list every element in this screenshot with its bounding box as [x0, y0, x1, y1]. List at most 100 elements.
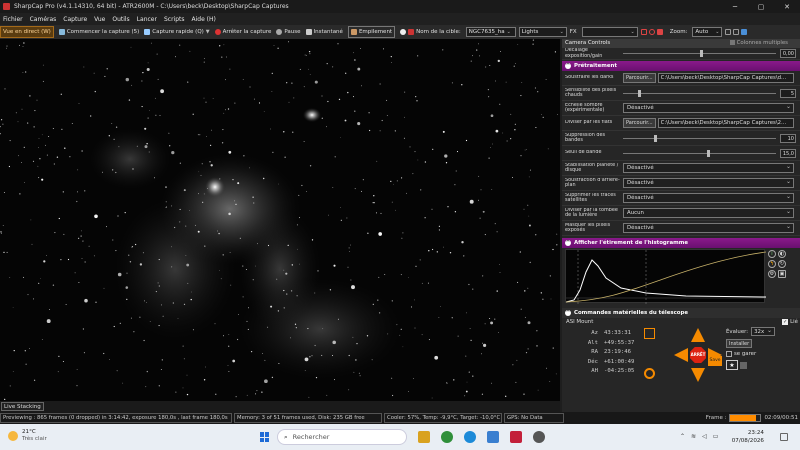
stack-button[interactable]: Empilement: [347, 26, 396, 38]
collapse-icon[interactable]: ^: [565, 240, 571, 246]
arrow-left-icon[interactable]: [674, 348, 688, 362]
info-icon[interactable]: i: [768, 250, 776, 258]
zoom-select[interactable]: Auto ⌄: [692, 27, 723, 37]
setting-dropdown[interactable]: Désactivé: [623, 222, 794, 233]
multiple-columns-checkbox[interactable]: Colonnes multiples: [730, 39, 788, 48]
maximize-button[interactable]: ▢: [748, 0, 774, 13]
menu-capture[interactable]: Capture: [63, 16, 87, 23]
lightning-icon[interactable]: ϟ: [768, 260, 776, 268]
browse-button[interactable]: Parcourir...: [623, 73, 656, 83]
chrome-icon[interactable]: [441, 431, 453, 443]
save-button[interactable]: Save: [708, 356, 722, 366]
menu-help[interactable]: Aide (H): [192, 16, 216, 23]
rect-tool-icon[interactable]: [640, 29, 647, 35]
crosshair-icon[interactable]: [725, 29, 732, 35]
setting-dropdown[interactable]: Aucun: [623, 207, 794, 218]
live-stacking-tab[interactable]: Live Stacking: [1, 402, 44, 411]
home-icon[interactable]: [644, 328, 655, 339]
setting-slider[interactable]: [623, 134, 776, 142]
close-button[interactable]: ✕: [774, 0, 800, 13]
menu-view[interactable]: Vue: [94, 16, 105, 23]
file-path-field[interactable]: C:\Users\beck\Desktop\SharpCap Captures\…: [657, 73, 794, 83]
collapse-icon[interactable]: ^: [565, 310, 571, 316]
search-box[interactable]: ⌕ Rechercher: [277, 429, 407, 445]
pretraitement-section[interactable]: ^ Prétraitement: [562, 61, 800, 71]
slider-knob[interactable]: [638, 89, 642, 97]
star-icon[interactable]: ★: [726, 360, 738, 370]
fx-select[interactable]: ⌄: [581, 27, 638, 37]
menu-launch[interactable]: Lancer: [137, 16, 157, 23]
star: [4, 398, 6, 401]
menu-file[interactable]: Fichier: [3, 16, 23, 23]
histogram-section[interactable]: ^ Afficher l'étirement de l'histogramme: [562, 238, 800, 248]
notification-icon[interactable]: [780, 433, 788, 441]
sharpcap-taskbar-icon[interactable]: [510, 431, 522, 443]
arrow-up-icon[interactable]: [691, 328, 705, 342]
clock[interactable]: 23:24 07/08/2026: [732, 429, 764, 445]
menu-tools[interactable]: Outils: [112, 16, 129, 23]
setting-dropdown[interactable]: Désactivé: [623, 102, 794, 113]
setting-dropdown[interactable]: Désactivé: [623, 162, 794, 173]
color-tool-icon[interactable]: [656, 29, 663, 35]
link-checkbox[interactable]: ✓: [782, 319, 789, 325]
minimize-button[interactable]: ─: [722, 0, 748, 13]
install-button[interactable]: Installer: [726, 339, 753, 348]
browse-button[interactable]: Parcourir...: [623, 118, 656, 128]
refresh-icon[interactable]: ↻: [778, 260, 786, 268]
offset-value[interactable]: 0,00: [780, 49, 796, 58]
chevron-down-icon[interactable]: ▼: [206, 29, 210, 35]
start-icon[interactable]: [260, 432, 270, 442]
speaker-icon[interactable]: ◁: [702, 433, 707, 440]
star: [23, 42, 25, 44]
snapshot-button[interactable]: Instantané: [305, 26, 343, 38]
frame-type-select[interactable]: Lights ⌄: [518, 27, 567, 37]
setting-value[interactable]: 15,0: [780, 148, 796, 158]
setting-dropdown[interactable]: Désactivé: [623, 192, 794, 203]
weather-widget[interactable]: 21°C Très clair: [8, 429, 47, 443]
setting-value[interactable]: 10: [780, 133, 796, 143]
star: [491, 189, 493, 190]
quick-capture-button[interactable]: Capture rapide (Q) ▼: [144, 26, 210, 38]
grid-icon[interactable]: [733, 29, 740, 35]
menu-cameras[interactable]: Caméras: [30, 16, 57, 23]
setting-value[interactable]: 5: [780, 88, 796, 98]
setting-slider[interactable]: [623, 89, 776, 97]
contrast-icon[interactable]: ◐: [778, 250, 786, 258]
file-explorer-icon[interactable]: [418, 431, 430, 443]
image-viewer[interactable]: [0, 39, 560, 401]
edge-icon[interactable]: [464, 431, 476, 443]
rate-select[interactable]: 32x: [751, 326, 776, 336]
chevron-up-icon[interactable]: ⌃: [680, 433, 685, 440]
stop-button[interactable]: ARRÊT: [690, 347, 706, 363]
park-checkbox[interactable]: [726, 351, 732, 357]
pin-icon[interactable]: [741, 29, 748, 35]
file-path-field[interactable]: C:\Users\beck\Desktop\SharpCap Captures\…: [657, 118, 794, 128]
slider-knob[interactable]: [707, 149, 711, 157]
start-capture-button[interactable]: Commencer la capture (5): [58, 26, 139, 38]
star: [456, 151, 459, 153]
menu-scripts[interactable]: Scripts: [164, 16, 185, 23]
offset-slider[interactable]: [623, 50, 776, 57]
circle-tool-icon[interactable]: [648, 29, 655, 35]
target-name-input[interactable]: NGC7635_ha ⌄: [465, 27, 516, 37]
battery-icon[interactable]: ▭: [713, 433, 719, 440]
star: [186, 393, 189, 396]
chevron-down-icon[interactable]: [740, 361, 747, 369]
setting-slider[interactable]: [623, 149, 776, 157]
stop-capture-button[interactable]: Arrêter la capture: [214, 26, 271, 38]
gear-icon[interactable]: ⚙: [768, 270, 776, 278]
telescope-section[interactable]: ^ Commandes matérielles du télescope: [562, 308, 800, 318]
collapse-icon[interactable]: ^: [565, 63, 571, 69]
astro-app-icon[interactable]: [533, 431, 545, 443]
arrow-down-icon[interactable]: [691, 368, 705, 382]
store-icon[interactable]: [487, 431, 499, 443]
target-icon[interactable]: [644, 368, 655, 379]
pause-button[interactable]: Pause: [276, 26, 301, 38]
setting-dropdown[interactable]: Désactivé: [623, 177, 794, 188]
slider-knob[interactable]: [699, 50, 703, 57]
wifi-icon[interactable]: ≋: [691, 433, 696, 440]
live-view-button[interactable]: Vue en direct (W): [0, 26, 54, 38]
save-icon[interactable]: ▣: [778, 270, 786, 278]
slider-knob[interactable]: [653, 134, 657, 142]
histogram[interactable]: [565, 249, 767, 304]
